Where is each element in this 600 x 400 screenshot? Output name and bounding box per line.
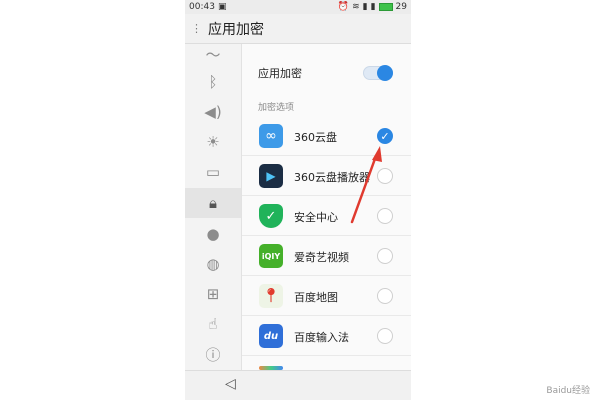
section-label: 加密选项 [258, 103, 295, 113]
back-icon[interactable]: ◁ [225, 376, 236, 392]
app-checkbox[interactable] [377, 208, 393, 224]
app-lock-label: 应用加密 [258, 67, 302, 80]
brightness-icon: ☀ [206, 133, 220, 151]
sidebar-item-display[interactable]: ☀ [185, 128, 241, 156]
app-name: 爱奇艺视频 [294, 251, 349, 264]
app-name: 百度输入法 [294, 331, 349, 344]
app-checkbox[interactable] [377, 328, 393, 344]
status-time: 00:43 [189, 2, 215, 12]
battery-settings-icon: ▭ [205, 163, 221, 181]
watermark: Baidu经验 [546, 386, 590, 396]
app-name: 360云盘播放器 [294, 171, 370, 184]
lock-icon: 🔒︎ [209, 194, 217, 212]
app-row[interactable]: ∞ 360云盘 ✓ [242, 116, 411, 156]
hand-pointer-icon: ☝ [208, 315, 218, 333]
location-icon: ● [206, 225, 220, 243]
iqiyi-icon: iQIY [259, 244, 283, 268]
status-bar: 00:43 ▣ ⏰ ≋ ▮ ▮ 29 [185, 0, 411, 14]
map-pin-icon: 📍︎ [259, 284, 283, 308]
sidebar-item-battery[interactable]: ▭ [185, 158, 241, 186]
app-checkbox[interactable] [377, 248, 393, 264]
app-row[interactable]: ✓ 安全中心 [242, 196, 411, 236]
app-checkbox[interactable] [377, 288, 393, 304]
app-name: 360云盘 [294, 131, 337, 144]
globe-icon: ◍ [206, 255, 220, 273]
drawer-menu-icon[interactable]: ⋮ [191, 22, 202, 35]
app-row[interactable]: du 百度输入法 [242, 316, 411, 356]
sidebar-item-gestures[interactable]: ☝ [185, 310, 241, 338]
app-row[interactable]: iQIY 爱奇艺视频 [242, 236, 411, 276]
image-notification-icon: ▣ [217, 2, 227, 12]
app-lock-toggle-row[interactable]: 应用加密 [242, 58, 411, 88]
sidebar-item-sound[interactable]: ◀) [185, 98, 241, 126]
speaker-icon: ◀) [204, 103, 222, 121]
battery-icon [378, 3, 393, 11]
signal-icon: ▮ [362, 2, 368, 12]
shield-check-icon: ✓ [259, 204, 283, 228]
app-lock-toggle[interactable] [363, 65, 393, 81]
info-icon: ⓘ [205, 345, 221, 364]
app-row[interactable]: ▶ 360云盘播放器 [242, 156, 411, 196]
sidebar-item-apps[interactable]: ⊞ [185, 280, 241, 308]
app-name: 安全中心 [294, 211, 338, 224]
app-row-partial [242, 356, 411, 370]
sidebar-item-security[interactable]: 🔒︎ [185, 188, 241, 218]
app-lock-panel: 应用加密 加密选项 ∞ 360云盘 ✓ ▶ 360云盘播放器 ✓ 安全中心 iQ… [242, 44, 411, 370]
cloud-icon: ∞ [259, 124, 283, 148]
page-title: 应用加密 [208, 21, 264, 38]
wifi-icon: 〜 [205, 45, 221, 64]
bluetooth-icon: ᛒ [208, 73, 218, 91]
app-checkbox[interactable] [377, 168, 393, 184]
play-icon: ▶ [259, 164, 283, 188]
sidebar-item-about[interactable]: ⓘ [185, 340, 241, 368]
battery-level: 29 [395, 2, 407, 12]
du-icon: du [259, 324, 283, 348]
wifi-status-icon: ≋ [352, 2, 360, 12]
navigation-bar: ◁ [185, 370, 411, 400]
phone-screen: 00:43 ▣ ⏰ ≋ ▮ ▮ 29 ⋮ 应用加密 〜 ᛒ ◀) ☀ ▭ 🔒︎ … [185, 0, 411, 400]
title-bar: ⋮ 应用加密 [185, 14, 411, 44]
toggle-knob [377, 65, 393, 81]
grid-icon: ⊞ [206, 285, 220, 303]
signal-icon-2: ▮ [370, 2, 376, 12]
app-row[interactable]: 📍︎ 百度地图 [242, 276, 411, 316]
settings-sidebar: 〜 ᛒ ◀) ☀ ▭ 🔒︎ ● ◍ ⊞ ☝ ⓘ [185, 44, 242, 370]
sidebar-item-language[interactable]: ◍ [185, 250, 241, 278]
sidebar-item-bluetooth[interactable]: ᛒ [185, 68, 241, 96]
app-checkbox[interactable]: ✓ [377, 128, 393, 144]
alarm-icon: ⏰ [337, 2, 350, 12]
sidebar-item-location[interactable]: ● [185, 220, 241, 248]
sidebar-item-wifi[interactable]: 〜 [185, 44, 241, 64]
app-name: 百度地图 [294, 291, 338, 304]
